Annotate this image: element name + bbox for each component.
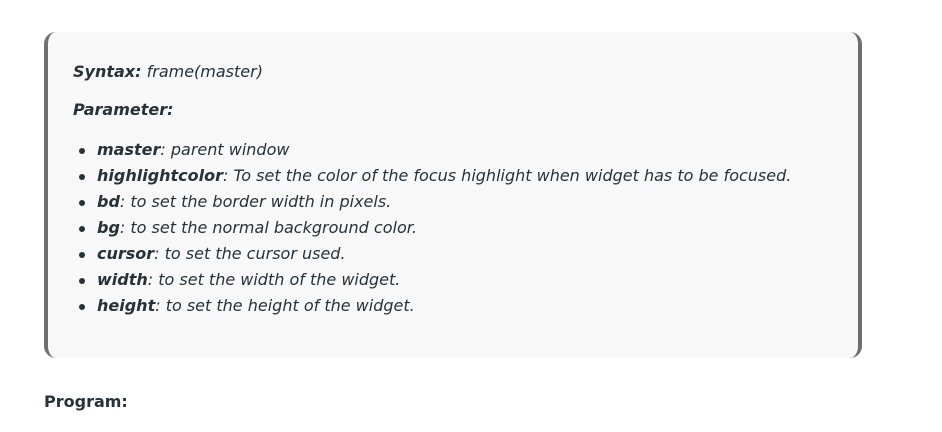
syntax-value: frame(master): [141, 62, 263, 81]
syntax-note-box: Syntax: frame(master) Parameter: master:…: [44, 32, 862, 358]
param-name: master: [97, 140, 161, 159]
parameter-list: master: parent window highlightcolor: To…: [73, 137, 858, 319]
syntax-label: Syntax:: [73, 62, 142, 81]
param-desc: : parent window: [160, 140, 290, 159]
list-item: bd: to set the border width in pixels.: [73, 189, 858, 215]
param-name: height: [97, 296, 156, 315]
list-item: width: to set the width of the widget.: [73, 267, 858, 293]
list-item: highlightcolor: To set the color of the …: [73, 163, 858, 189]
param-name: highlightcolor: [97, 166, 224, 185]
param-name: cursor: [97, 244, 155, 263]
param-name: width: [97, 270, 148, 289]
param-desc: : to set the normal background color.: [119, 218, 417, 237]
list-item: bg: to set the normal background color.: [73, 215, 858, 241]
list-item: height: to set the height of the widget.: [73, 293, 858, 319]
bullet-icon: [79, 252, 85, 258]
bullet-icon: [79, 148, 85, 154]
param-desc: : to set the border width in pixels.: [119, 192, 392, 211]
bullet-icon: [79, 278, 85, 284]
bullet-icon: [79, 226, 85, 232]
parameter-label: Parameter:: [73, 100, 174, 119]
syntax-line: Syntax: frame(master): [73, 62, 858, 82]
param-desc: : to set the height of the widget.: [155, 296, 415, 315]
param-desc: : To set the color of the focus highligh…: [223, 166, 792, 185]
param-desc: : to set the width of the widget.: [147, 270, 401, 289]
list-item: cursor: to set the cursor used.: [73, 241, 858, 267]
bullet-icon: [79, 304, 85, 310]
param-desc: : to set the cursor used.: [154, 244, 346, 263]
bullet-icon: [79, 200, 85, 206]
parameter-heading: Parameter:: [73, 100, 858, 120]
param-name: bd: [97, 192, 120, 211]
param-name: bg: [97, 218, 120, 237]
list-item: master: parent window: [73, 137, 858, 163]
bullet-icon: [79, 174, 85, 180]
program-heading: Program:: [44, 392, 128, 411]
